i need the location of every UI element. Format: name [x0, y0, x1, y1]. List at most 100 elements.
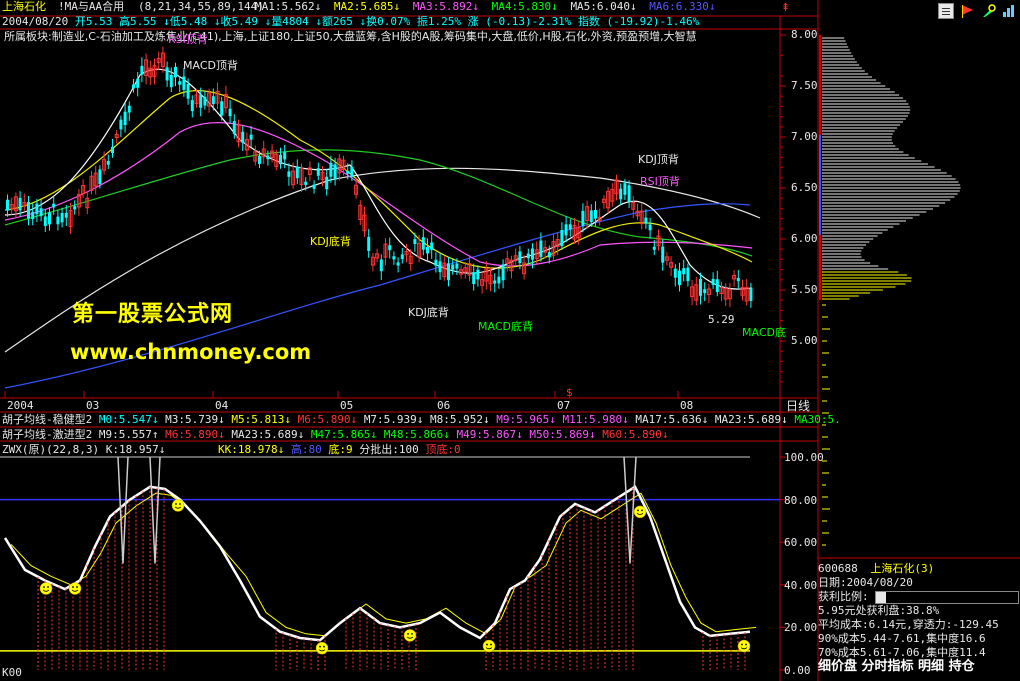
- sub-top-value: 顶底:0: [425, 443, 461, 456]
- indicator-name[interactable]: !MA与AA合用: [58, 0, 124, 13]
- stats-icon[interactable]: [1002, 3, 1016, 17]
- avg-cost-line: 平均成本:6.14元,穿透力:-129.45: [818, 618, 999, 631]
- sub-tick-label: 80.00: [784, 493, 818, 507]
- candle-body: [497, 276, 501, 284]
- candle-body: [111, 146, 114, 154]
- smiley-icon: [737, 639, 751, 653]
- price-tick-label: 7.00: [791, 130, 818, 143]
- macd-bottom-annotation-1: MACD底背: [478, 320, 533, 333]
- candle-body: [501, 264, 505, 281]
- quote-item-0: 2004/08/20: [2, 15, 75, 28]
- smiley-icon: [633, 505, 647, 519]
- candle-body: [451, 264, 455, 270]
- watermark-url: www.chnmoney.com: [70, 340, 312, 364]
- candle-body: [136, 78, 140, 88]
- candle-body: [434, 259, 438, 266]
- candle-body: [472, 272, 476, 285]
- candle-body: [169, 74, 173, 88]
- legend-item-5: M8:5.952↓: [430, 413, 497, 426]
- stock-name[interactable]: 上海石化: [2, 0, 46, 13]
- candle-body: [283, 152, 287, 160]
- kdj-bottom-annotation-1: KDJ底背: [310, 235, 351, 248]
- candle-body: [594, 209, 597, 219]
- quote-item-6: ↓额265: [315, 15, 360, 28]
- candle-body: [312, 184, 316, 189]
- weight-marker[interactable]: $: [566, 386, 573, 399]
- sub-kk-value: KK:18.978↓: [218, 443, 285, 456]
- candle-body: [560, 229, 564, 246]
- candle-body: [232, 121, 236, 135]
- spike-line: [149, 456, 161, 564]
- candle-body: [388, 245, 392, 251]
- candle-body: [178, 81, 182, 85]
- sub-indicator-name[interactable]: ZWX(原)(22,8,3): [2, 443, 99, 456]
- spike-line: [117, 456, 129, 564]
- legend-item-4: M7:5.939↓: [363, 413, 431, 426]
- candle-body: [106, 161, 110, 165]
- cost90-line: 90%成本5.44-7.61,集中度16.6: [818, 632, 986, 645]
- ma-value-1: MA1:5.562↓: [255, 0, 328, 13]
- sub-k-value: K:18.957↓: [105, 443, 166, 456]
- kdj-bottom-annotation-2: KDJ底背: [408, 306, 449, 319]
- quote-item-8: 振1.25%: [416, 15, 468, 28]
- candle-body: [531, 248, 534, 260]
- sector-line: 所属板块:制造业,C-石油加工及炼焦业(C41),上海,上证180,上证50,大…: [4, 30, 697, 43]
- smiley-icon: [315, 641, 329, 655]
- quote-item-3: ↓低5.48: [163, 15, 214, 28]
- date-label: 03: [86, 399, 100, 412]
- sub-bottom-value: 底:9: [328, 443, 353, 456]
- legend-title: 胡子均线-激进型2: [2, 428, 99, 441]
- date-label: 05: [340, 399, 354, 412]
- candle-body: [6, 199, 9, 211]
- legend-item-4: M48:5.866↓: [383, 428, 457, 441]
- candle-body: [438, 261, 442, 273]
- candle-body: [644, 217, 648, 224]
- candle-body: [174, 66, 177, 78]
- candle-body: [132, 84, 135, 89]
- smiley-icon: [39, 582, 53, 595]
- candle-body: [619, 188, 623, 200]
- indicator-params: (8,21,34,55,89,144): [138, 0, 264, 13]
- flag-icon[interactable]: [960, 3, 974, 18]
- sub-indicator-header: ZWX(原)(22,8,3) K:18.957↓: [2, 443, 165, 456]
- watermark-site-name: 第一股票公式网: [72, 302, 234, 327]
- price-tick-label: 5.50: [791, 283, 818, 296]
- candle-body: [400, 254, 404, 260]
- date-label: 2004: [7, 399, 34, 412]
- candle-body: [589, 210, 593, 223]
- candle-body: [249, 134, 253, 140]
- panel-tabs[interactable]: 细价盘 分时指标 明细 持仓: [818, 660, 1020, 674]
- candle-body: [316, 168, 320, 176]
- candle-body: [686, 267, 690, 282]
- legend-item-9: MA23:5.689↓: [714, 413, 795, 426]
- candle-body: [228, 108, 232, 117]
- candle-body: [127, 105, 131, 113]
- legend-item-6: M9:5.965↓: [496, 413, 563, 426]
- candle-body: [526, 253, 530, 259]
- candle-body: [266, 155, 270, 160]
- candle-body: [648, 224, 652, 231]
- legend-item-7: M60:5.890↓: [602, 428, 669, 441]
- period-label[interactable]: 日线: [786, 400, 810, 413]
- candle-body: [673, 268, 677, 278]
- candle-body: [190, 100, 194, 112]
- date-label: 07: [557, 399, 571, 412]
- smiley-icon: [171, 499, 185, 512]
- legend-aggressive: 胡子均线-激进型2 M9:5.557↑ M6:5.890↓ MA23:5.689…: [2, 428, 669, 441]
- sub-tick-label: 100.00: [784, 451, 824, 464]
- macd-top-annotation: MACD顶背: [183, 59, 238, 72]
- candle-body: [703, 289, 707, 294]
- tools-icon[interactable]: [982, 3, 996, 17]
- list-icon[interactable]: [938, 3, 954, 19]
- candle-body: [350, 166, 354, 177]
- profit-line: 5.95元处获利盘:38.8%: [818, 604, 940, 617]
- legend-title: 胡子均线-稳健型2: [2, 413, 99, 426]
- legend-item-2: MA23:5.689↓: [231, 428, 311, 441]
- stock-code: 600688: [818, 562, 858, 575]
- quote-item-5: ↓量4804: [264, 15, 316, 28]
- legend-item-1: M6:5.890↓: [165, 428, 232, 441]
- chip-avg-bar: [819, 135, 821, 235]
- sub-bottom-left-label: K00: [2, 666, 22, 679]
- candle-body: [736, 277, 740, 282]
- chip-info-panel: 600688 上海石化(3) 日期:2004/08/20 获利比例: 7.1% …: [818, 562, 1020, 681]
